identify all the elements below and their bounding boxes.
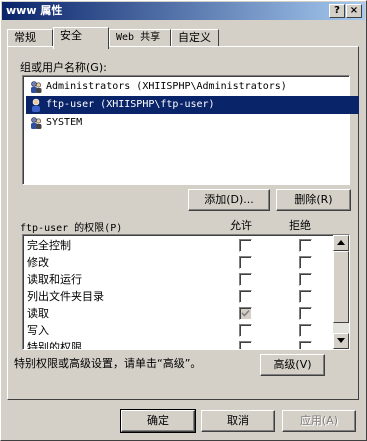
check-icon — [241, 309, 250, 317]
tab-security[interactable]: 安全 — [53, 27, 109, 49]
advanced-hint: 特别权限或高级设置，请单击“高级”。 — [14, 357, 202, 370]
user-name: SYSTEM — [46, 117, 83, 128]
deny-header: 拒绝 — [289, 219, 311, 232]
apply-button[interactable]: 应用(A) — [282, 410, 356, 432]
permission-label: 读取和运行 — [27, 273, 82, 286]
allow-checkbox[interactable] — [239, 324, 252, 337]
allow-checkbox-checked — [239, 307, 252, 320]
permission-label: 写入 — [27, 324, 49, 337]
deny-checkbox[interactable] — [299, 290, 312, 303]
scroll-down-button[interactable] — [333, 333, 349, 349]
allow-checkbox[interactable] — [239, 341, 252, 349]
permission-row: 写入 — [27, 322, 327, 339]
deny-checkbox[interactable] — [299, 341, 312, 349]
security-panel: 组或用户名称(G): Administrators (XHIISPHP\Admi… — [7, 46, 359, 400]
users-label: 组或用户名称(G): — [20, 61, 107, 74]
deny-checkbox[interactable] — [299, 273, 312, 286]
user-name: Administrators (XHIISPHP\Administrators) — [46, 81, 287, 92]
allow-checkbox[interactable] — [239, 256, 252, 269]
tab-general[interactable]: 常规 — [7, 29, 53, 47]
permission-label: 完全控制 — [27, 239, 71, 252]
permission-label: 读取 — [27, 307, 49, 320]
ok-button[interactable]: 确定 — [120, 409, 196, 433]
deny-checkbox[interactable] — [299, 256, 312, 269]
scroll-thumb[interactable] — [333, 251, 349, 323]
group-icon — [31, 117, 42, 129]
add-button[interactable]: 添加(D)... — [188, 189, 270, 211]
cancel-button[interactable]: 取消 — [201, 410, 275, 432]
permission-row: 特别的权限 — [27, 339, 327, 350]
user-row-ftp-user[interactable]: ftp-user (XHIISPHP\ftp-user) — [26, 96, 359, 114]
permission-row: 完全控制 — [27, 237, 327, 254]
tab-custom[interactable]: 自定义 — [171, 29, 219, 47]
remove-button[interactable]: 删除(R) — [276, 189, 351, 211]
permission-row: 读取 — [27, 305, 327, 322]
permission-row: 列出文件夹目录 — [27, 288, 327, 305]
permission-label: 特别的权限 — [27, 341, 82, 350]
allow-checkbox[interactable] — [239, 239, 252, 252]
user-row-system[interactable]: SYSTEM — [26, 114, 359, 132]
user-row-administrators[interactable]: Administrators (XHIISPHP\Administrators) — [26, 78, 359, 96]
permissions-list: 完全控制 修改 读取和运行 列出文件夹目录 读取 写入 特别的权限 — [22, 234, 350, 350]
allow-header: 允许 — [230, 219, 252, 232]
permissions-scrollbar[interactable] — [333, 235, 349, 349]
group-icon — [31, 81, 42, 93]
arrow-down-icon — [337, 338, 345, 343]
users-listbox[interactable]: Administrators (XHIISPHP\Administrators)… — [22, 75, 359, 185]
permission-label: 列出文件夹目录 — [27, 290, 104, 303]
permission-row: 读取和运行 — [27, 271, 327, 288]
user-icon — [32, 98, 40, 112]
allow-checkbox[interactable] — [239, 273, 252, 286]
help-button[interactable]: ? — [329, 4, 345, 18]
advanced-button[interactable]: 高级(V) — [260, 354, 325, 376]
deny-checkbox[interactable] — [299, 324, 312, 337]
arrow-up-icon — [337, 240, 345, 245]
permission-label: 修改 — [27, 256, 49, 269]
tab-web-sharing[interactable]: Web 共享 — [109, 29, 171, 47]
deny-checkbox[interactable] — [299, 307, 312, 320]
scroll-up-button[interactable] — [333, 235, 349, 251]
properties-dialog: www 属性 ? × 常规 安全 Web 共享 自定义 组或用户名称(G): A… — [0, 0, 367, 441]
window-title: www 属性 — [6, 4, 63, 17]
tab-strip: 常规 安全 Web 共享 自定义 — [7, 27, 361, 49]
close-button[interactable]: × — [346, 4, 362, 18]
allow-checkbox[interactable] — [239, 290, 252, 303]
permissions-label: ftp-user 的权限(P) — [20, 223, 123, 234]
permission-row: 修改 — [27, 254, 327, 271]
deny-checkbox[interactable] — [299, 239, 312, 252]
title-bar[interactable]: www 属性 ? × — [2, 2, 365, 20]
user-name: ftp-user (XHIISPHP\ftp-user) — [46, 99, 215, 110]
